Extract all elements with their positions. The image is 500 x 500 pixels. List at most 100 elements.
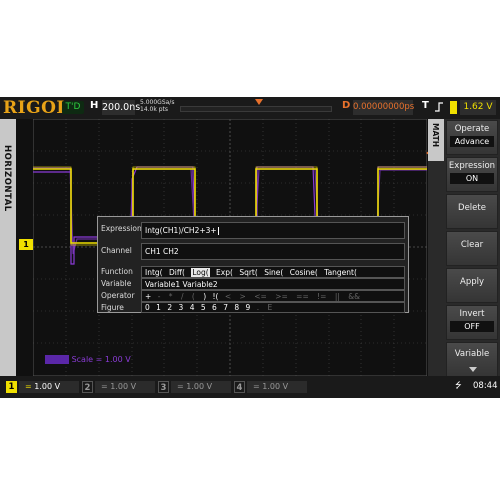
operator-option[interactable]: ): [203, 292, 206, 301]
delete-button[interactable]: Delete: [446, 194, 498, 229]
horizontal-tab-label: HORIZONTAL: [2, 145, 12, 212]
figure-row-label: Figure: [101, 303, 124, 312]
brand-logo: RIGOL: [3, 98, 69, 118]
expression-button[interactable]: Expression ON: [446, 157, 498, 192]
sample-rate: 5.000GSa/s: [140, 99, 175, 106]
variable-row-label: Variable: [101, 279, 132, 288]
variable-button[interactable]: Variable: [446, 342, 498, 377]
operator-option[interactable]: <=: [254, 292, 267, 301]
ch1-scale-value: 1.00 V: [34, 382, 61, 391]
figure-option[interactable]: 9: [246, 303, 251, 312]
expression-value: ON: [450, 173, 494, 184]
operator-option[interactable]: *: [169, 292, 173, 301]
math-tab-label: MATH: [431, 123, 440, 148]
function-option[interactable]: Diff(: [169, 268, 185, 277]
horizontal-tab[interactable]: HORIZONTAL: [0, 119, 16, 376]
figure-option[interactable]: .: [257, 303, 259, 312]
operator-option[interactable]: <: [225, 292, 231, 301]
operator-option[interactable]: >=: [275, 292, 288, 301]
operator-option[interactable]: &&: [348, 292, 360, 301]
function-option-selected[interactable]: Log(: [191, 268, 210, 277]
operate-label: Operate: [454, 124, 490, 134]
ch1-scale[interactable]: = 1.00 V: [19, 381, 79, 393]
figure-option[interactable]: 1: [156, 303, 161, 312]
math-scale-tag: Math: [45, 355, 70, 364]
apply-button[interactable]: Apply: [446, 268, 498, 303]
channel-list: CH1 CH2: [145, 247, 179, 256]
ch3-scale-value: 1.00 V: [186, 382, 213, 391]
figure-option[interactable]: 0: [145, 303, 150, 312]
operator-option[interactable]: +: [145, 292, 151, 301]
ch2-scale-value: 1.00 V: [110, 382, 137, 391]
expression-editor-dialog: Expression Intg(CH1)/CH2+3+ Channel CH1 …: [97, 216, 409, 313]
operator-option[interactable]: /: [181, 292, 184, 301]
ch2-scale[interactable]: = 1.00 V: [95, 381, 155, 393]
ch2-badge[interactable]: 2: [82, 381, 93, 393]
clear-button[interactable]: Clear: [446, 231, 498, 266]
expression-row-label: Expression: [101, 224, 142, 233]
trigger-source-badge: [450, 101, 457, 114]
invert-label: Invert: [459, 309, 485, 319]
delay-label: D: [342, 100, 351, 111]
channel-status-bar: 1 = 1.00 V 2 = 1.00 V 3 = 1.00 V 4 = 1.0…: [0, 376, 500, 398]
ch3-scale[interactable]: = 1.00 V: [171, 381, 231, 393]
operator-option[interactable]: !(: [213, 292, 219, 301]
figure-option[interactable]: 4: [190, 303, 195, 312]
expression-text: Intg(CH1)/CH2+3+: [145, 226, 217, 235]
ch1-badge[interactable]: 1: [6, 381, 17, 393]
operator-option[interactable]: -: [158, 292, 161, 301]
function-options[interactable]: Intg( Diff( Log( Exp( Sqrt( Sine( Cosine…: [141, 266, 405, 278]
trigger-label: T: [422, 100, 429, 111]
function-option[interactable]: Sqrt(: [239, 268, 257, 277]
math-scale-text: Scale = 1.00 V: [71, 355, 131, 364]
variable-options[interactable]: Variable1 Variable2: [141, 278, 405, 290]
function-option[interactable]: Exp(: [216, 268, 233, 277]
trigger-status: T'D: [62, 101, 84, 114]
function-option[interactable]: Intg(: [145, 268, 163, 277]
expression-input[interactable]: Intg(CH1)/CH2+3+: [141, 222, 405, 239]
channel-row-label: Channel: [101, 246, 132, 255]
figure-option[interactable]: 7: [223, 303, 228, 312]
figure-option[interactable]: 3: [179, 303, 184, 312]
operator-option[interactable]: !=: [317, 292, 326, 301]
chevron-down-icon: [469, 367, 477, 372]
math-tab[interactable]: MATH: [428, 119, 444, 161]
figure-option[interactable]: 2: [167, 303, 172, 312]
function-option[interactable]: Sine(: [264, 268, 283, 277]
variable-list: Variable1 Variable2: [145, 280, 218, 289]
operate-button[interactable]: Operate Advance: [446, 120, 498, 155]
operator-option[interactable]: ==: [296, 292, 309, 301]
ch4-badge[interactable]: 4: [234, 381, 245, 393]
operator-option[interactable]: >: [240, 292, 246, 301]
memory-position-bar: [180, 106, 332, 112]
invert-button[interactable]: Invert OFF: [446, 305, 498, 340]
top-status-bar: RIGOL T'D H 200.0ns 5.000GSa/s 14.0k pts…: [0, 97, 500, 119]
clock: 08:44: [473, 381, 498, 391]
delete-label: Delete: [458, 203, 486, 213]
ch4-scale-value: 1.00 V: [262, 382, 289, 391]
timebase-value[interactable]: 200.0ns: [102, 100, 140, 115]
operator-options[interactable]: + - * / ( ) !( < > <= >= == != || &&: [141, 290, 405, 302]
channel-options[interactable]: CH1 CH2: [141, 243, 405, 260]
operate-value: Advance: [450, 136, 494, 147]
figure-options[interactable]: 0 1 2 3 4 5 6 7 8 9 . E: [141, 302, 405, 313]
variable-menu-label: Variable: [454, 349, 490, 359]
ch1-offset-marker[interactable]: 1: [19, 239, 33, 250]
trigger-level-value[interactable]: 1.62 V: [460, 100, 496, 115]
figure-option[interactable]: E: [268, 303, 273, 312]
ch3-badge[interactable]: 3: [158, 381, 169, 393]
figure-option[interactable]: 5: [201, 303, 206, 312]
clear-label: Clear: [460, 240, 484, 250]
function-option[interactable]: Cosine(: [290, 268, 318, 277]
ch4-scale[interactable]: = 1.00 V: [247, 381, 307, 393]
figure-option[interactable]: 8: [234, 303, 239, 312]
operator-option[interactable]: ||: [335, 292, 340, 301]
figure-option[interactable]: 6: [212, 303, 217, 312]
usb-icon: ⭍: [455, 381, 462, 390]
trigger-position-marker: [255, 99, 263, 105]
operator-option[interactable]: (: [192, 292, 195, 301]
invert-value: OFF: [450, 321, 494, 332]
delay-value[interactable]: 0.00000000ps: [353, 100, 414, 115]
expression-label: Expression: [448, 161, 496, 171]
function-option[interactable]: Tangent(: [324, 268, 357, 277]
